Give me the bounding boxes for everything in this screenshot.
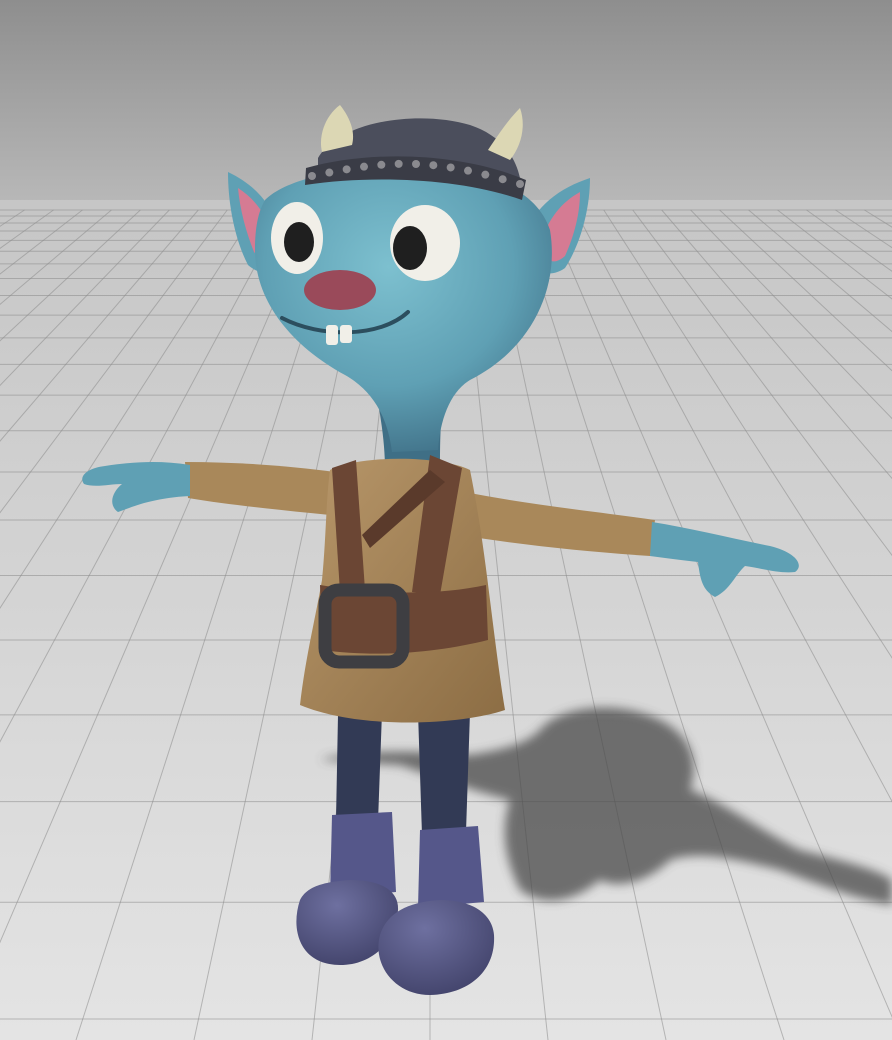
scene-render bbox=[0, 0, 892, 1040]
left-leg bbox=[336, 712, 382, 822]
3d-viewport[interactable] bbox=[0, 0, 892, 1040]
rivet bbox=[446, 163, 455, 172]
rivet bbox=[308, 172, 316, 180]
rivet bbox=[325, 168, 334, 177]
right-pupil bbox=[393, 226, 427, 270]
right-leg bbox=[418, 712, 470, 835]
right-boot-shaft bbox=[418, 826, 484, 908]
nose bbox=[304, 270, 376, 310]
rivet bbox=[412, 160, 420, 168]
rivet bbox=[429, 161, 438, 170]
rivet bbox=[342, 165, 351, 174]
rivet bbox=[464, 166, 472, 175]
rivet bbox=[360, 162, 368, 171]
rivet bbox=[498, 175, 507, 184]
rivet bbox=[516, 180, 524, 188]
left-tooth bbox=[326, 325, 338, 345]
rivet bbox=[377, 160, 386, 169]
left-pupil bbox=[284, 222, 314, 262]
rivet bbox=[394, 159, 403, 168]
right-tooth bbox=[340, 325, 352, 343]
rivet bbox=[481, 170, 490, 179]
